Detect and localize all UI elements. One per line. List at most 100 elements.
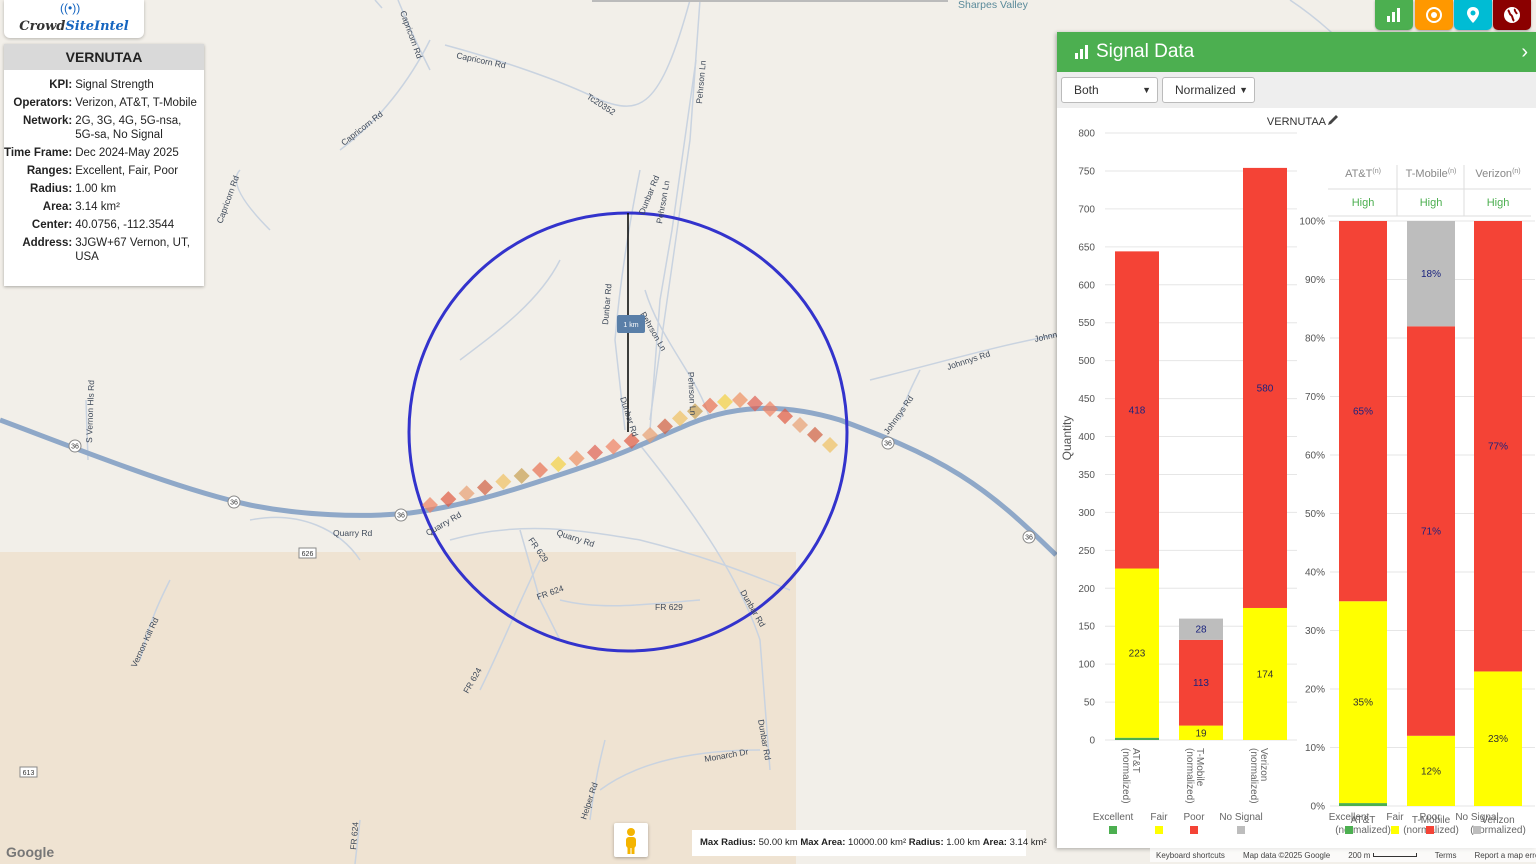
report-map-error-link[interactable]: Report a map error [1474, 851, 1536, 860]
scale-marker-label: 1 km [623, 322, 638, 329]
y-tick-label: 150 [1078, 622, 1095, 633]
legend-label[interactable]: No Signal [1455, 812, 1498, 823]
label-sharpes-valley: Sharpes Valley [958, 0, 1029, 11]
max-area-label: Max Area: [800, 837, 846, 848]
keyboard-shortcuts-link[interactable]: Keyboard shortcuts [1156, 851, 1225, 860]
measurement-marker[interactable] [702, 397, 718, 414]
legend-label[interactable]: Fair [1150, 812, 1168, 823]
measurement-marker[interactable] [762, 401, 778, 418]
area-label: Area: [982, 837, 1007, 848]
shield-626: 626 [302, 551, 314, 558]
info-value: Dec 2024-May 2025 [75, 147, 179, 159]
terrain-area [0, 552, 796, 864]
network-select-value: Both [1074, 83, 1099, 97]
chart-icon [1387, 8, 1400, 22]
shield-36-b: 36 [230, 500, 238, 507]
operator-rating: High [1352, 197, 1375, 209]
measurement-marker[interactable] [550, 456, 567, 473]
mode-select[interactable]: Normalized ▼ [1162, 77, 1255, 103]
y-tick-label: 30% [1305, 626, 1325, 637]
legend-swatch [1426, 826, 1434, 834]
label-pehrson-1: Pehrson Ln [694, 60, 708, 104]
info-key: Address: [22, 237, 73, 249]
highway-36 [0, 405, 1058, 557]
legend-label[interactable]: Excellent [1093, 812, 1134, 823]
shield-613: 613 [23, 770, 35, 777]
info-value: 3JGW+67 Vernon, UT, USA [75, 237, 190, 263]
measurement-marker[interactable] [792, 417, 808, 433]
data-label: 12% [1421, 766, 1441, 777]
collapse-chevron-icon[interactable]: › [1521, 42, 1528, 62]
y-tick-label: 750 [1078, 166, 1095, 177]
legend-label[interactable]: Poor [1419, 812, 1441, 823]
y-tick-label: 450 [1078, 394, 1095, 405]
measurement-marker[interactable] [532, 462, 548, 478]
target-button[interactable] [1415, 0, 1453, 30]
app-logo[interactable]: ((•)) CrowdSiteIntel [4, 0, 144, 38]
data-label: 65% [1353, 407, 1373, 418]
pin-button[interactable] [1454, 0, 1492, 30]
legend-label[interactable]: Fair [1386, 812, 1404, 823]
label-dunbar-3: Dunbar Rd [618, 396, 640, 438]
terms-link[interactable]: Terms [1435, 851, 1457, 860]
map-attribution: Keyboard shortcuts Map data ©2025 Google… [1150, 848, 1536, 862]
x-tick-label: AT&T(normalized) [1120, 748, 1141, 804]
y-tick-label: 350 [1078, 470, 1095, 481]
label-pehrson-4: Pehrson Ln [686, 372, 698, 416]
edit-icon[interactable] [1328, 115, 1338, 125]
bar-segment-excellent[interactable] [1339, 803, 1387, 806]
data-label: 223 [1129, 649, 1146, 660]
chevron-down-icon: ▼ [1239, 85, 1248, 95]
measurement-marker[interactable] [822, 437, 838, 453]
y-tick-label: 200 [1078, 584, 1095, 595]
area-value: 3.14 km² [1009, 837, 1047, 848]
street-view-button[interactable] [614, 823, 648, 857]
legend-label[interactable]: Excellent [1329, 812, 1370, 823]
label-fr629-2: FR 629 [655, 602, 683, 612]
radius-value: 1.00 km [946, 837, 981, 848]
y-tick-label: 50% [1305, 509, 1325, 520]
measurement-marker[interactable] [568, 450, 585, 467]
logo-text-siteintel: SiteIntel [65, 19, 129, 34]
y-tick-label: 300 [1078, 508, 1095, 519]
legend-swatch [1190, 826, 1198, 834]
measurement-marker[interactable] [513, 467, 530, 484]
signal-charts: VERNUTAA Quantity 0 50 100 150 200 250 300 350 4… [1060, 115, 1535, 836]
signal-panel-header: Signal Data › [1057, 32, 1536, 72]
measurement-marker[interactable] [495, 473, 512, 490]
info-value: Verizon, AT&T, T-Mobile [75, 97, 197, 109]
map-scale[interactable]: 200 m [1348, 851, 1417, 860]
y-tick-label: 500 [1078, 356, 1095, 367]
label-capricorn-4: Capricorn Rd [214, 174, 241, 225]
measurement-marker[interactable] [477, 479, 493, 496]
network-select[interactable]: Both ▼ [1061, 77, 1158, 103]
measurement-marker[interactable] [587, 444, 603, 461]
mode-select-value: Normalized [1175, 83, 1236, 97]
info-value: 3.14 km² [75, 201, 120, 213]
y-tick-label: 100% [1299, 217, 1325, 228]
shield-36-c: 36 [397, 513, 405, 520]
bar-segment-excellent[interactable] [1115, 737, 1159, 740]
radius-info-bar: Max Radius: 50.00 km Max Area: 10000.00 … [692, 830, 1047, 856]
y-tick-label: 250 [1078, 546, 1095, 557]
y-tick-label: 400 [1078, 432, 1095, 443]
legend-swatch [1109, 826, 1117, 834]
data-label: 28 [1195, 625, 1207, 636]
measurement-marker[interactable] [732, 392, 748, 408]
label-johnnys-2: Johnnys Rd [881, 393, 915, 436]
measurement-marker[interactable] [717, 393, 733, 410]
measurement-marker[interactable] [807, 426, 823, 443]
x-tick-label: Verizon(normalized) [1248, 748, 1269, 804]
y-tick-label: 600 [1078, 280, 1095, 291]
y-tick-label: 550 [1078, 318, 1095, 329]
percentage-chart: 0% 10% 20% 30% 40% 50% 60% 70% 80% 90% 100% AT&T(n)… [1299, 165, 1535, 836]
data-label: 113 [1193, 678, 1209, 689]
legend-label[interactable]: No Signal [1219, 812, 1262, 823]
y-tick-label: 60% [1305, 451, 1325, 462]
globe-button[interactable] [1493, 0, 1531, 30]
chart-button[interactable] [1375, 0, 1413, 30]
legend-label[interactable]: Poor [1183, 812, 1205, 823]
label-johnnys-1: Johnnys Rd [946, 348, 992, 371]
data-label: 35% [1353, 698, 1373, 709]
google-logo: Google [6, 844, 55, 860]
